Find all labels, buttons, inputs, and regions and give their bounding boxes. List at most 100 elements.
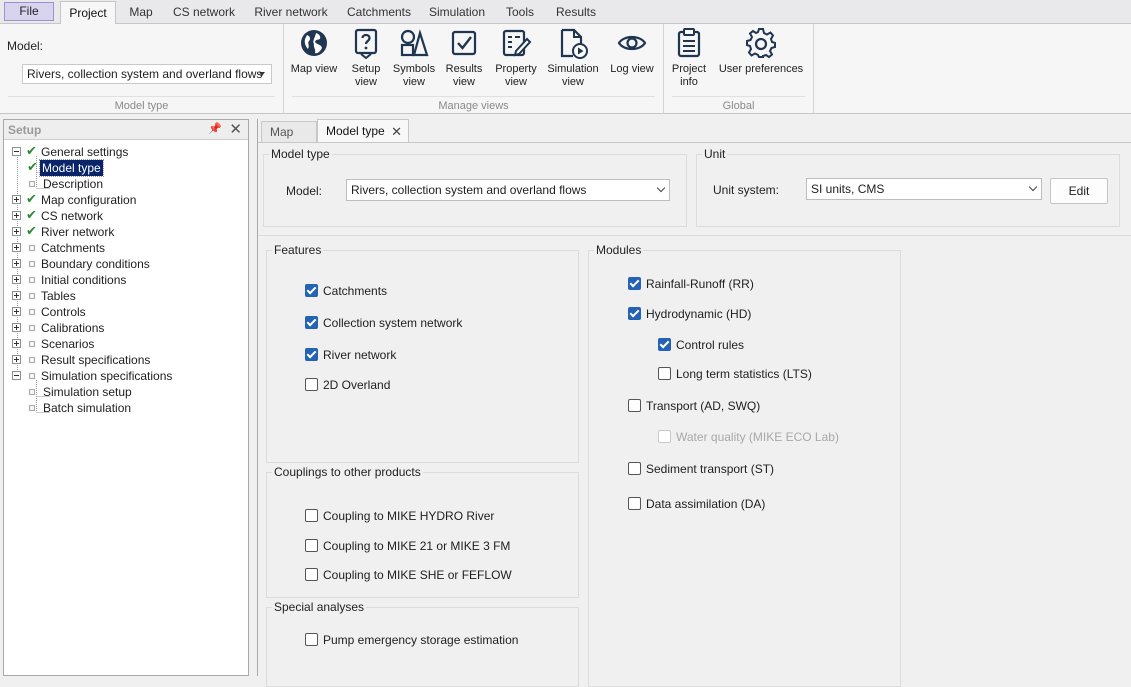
- tab-river-network[interactable]: River network: [250, 3, 332, 24]
- tree-item[interactable]: ✔ Map configuration: [12, 191, 232, 208]
- features-checkbox-label: River network: [323, 348, 397, 362]
- unchecked-box-icon[interactable]: [628, 399, 641, 412]
- log-view-button[interactable]: Log view: [604, 27, 660, 76]
- tree-item[interactable]: Batch simulation: [29, 400, 251, 416]
- expand-plus-icon[interactable]: [12, 307, 21, 316]
- modules-checkbox[interactable]: Rainfall-Runoff (RR): [628, 276, 888, 292]
- tree-item[interactable]: Simulation setup: [29, 384, 251, 400]
- checked-box-icon[interactable]: [305, 316, 318, 329]
- simulation-view-button[interactable]: Simulation view: [546, 27, 600, 89]
- modules-checkbox[interactable]: Hydrodynamic (HD): [628, 306, 888, 322]
- tree-item[interactable]: Catchments: [12, 240, 232, 256]
- user-preferences-button[interactable]: User preferences: [716, 27, 806, 76]
- edit-button-label: Edit: [1068, 184, 1090, 198]
- expand-plus-icon[interactable]: [12, 227, 21, 236]
- pin-icon[interactable]: 📌: [208, 122, 222, 135]
- tree-item[interactable]: ✔ CS network: [12, 207, 232, 224]
- tree-item[interactable]: Scenarios: [12, 336, 232, 352]
- results-view-button[interactable]: Results view: [442, 27, 486, 89]
- tree-item-label: Batch simulation: [43, 401, 132, 415]
- expand-plus-icon[interactable]: [12, 211, 21, 220]
- unit-system-value: SI units, CMS: [811, 182, 885, 196]
- expand-plus-icon[interactable]: [12, 195, 21, 204]
- expand-plus-icon[interactable]: [12, 275, 21, 284]
- couplings-checkbox[interactable]: Coupling to MIKE 21 or MIKE 3 FM: [305, 538, 565, 554]
- modules-checkbox[interactable]: Data assimilation (DA): [628, 496, 888, 512]
- tree-item[interactable]: Initial conditions: [12, 272, 232, 288]
- close-icon[interactable]: ✕: [229, 120, 242, 138]
- tree-item[interactable]: ✔ Model type: [27, 159, 251, 177]
- collapse-minus-icon[interactable]: [12, 147, 21, 156]
- tree-item[interactable]: Description: [29, 176, 251, 192]
- empty-status-icon: [29, 389, 35, 395]
- unchecked-box-icon[interactable]: [305, 509, 318, 522]
- couplings-checkbox[interactable]: Coupling to MIKE SHE or FEFLOW: [305, 567, 565, 583]
- expand-plus-icon[interactable]: [12, 259, 21, 268]
- features-checkbox[interactable]: River network: [305, 347, 565, 363]
- tree-item-label: General settings: [41, 145, 129, 159]
- tree-item[interactable]: Tables: [12, 288, 232, 304]
- modules-checkbox[interactable]: Control rules: [658, 337, 918, 353]
- tab-project[interactable]: Project: [60, 1, 116, 25]
- tree-item-label: Tables: [41, 289, 76, 303]
- file-menu-tab[interactable]: File: [4, 2, 54, 21]
- tree-item[interactable]: Controls: [12, 304, 232, 320]
- tab-cs-network[interactable]: CS network: [170, 3, 238, 24]
- unchecked-box-icon[interactable]: [305, 539, 318, 552]
- model-select[interactable]: Rivers, collection system and overland f…: [346, 179, 670, 201]
- tab-results[interactable]: Results: [552, 3, 600, 24]
- symbols-view-button[interactable]: Symbols view: [391, 27, 437, 89]
- modules-checkbox[interactable]: Transport (AD, SWQ): [628, 398, 888, 414]
- checked-box-icon[interactable]: [628, 277, 641, 290]
- tree-item[interactable]: Result specifications: [12, 352, 232, 368]
- map-view-button[interactable]: Map view: [287, 27, 341, 76]
- features-checkbox[interactable]: Collection system network: [305, 315, 565, 331]
- checked-box-icon[interactable]: [628, 307, 641, 320]
- unchecked-box-icon[interactable]: [305, 378, 318, 391]
- tree-item[interactable]: Boundary conditions: [12, 256, 232, 272]
- features-checkbox[interactable]: Catchments: [305, 283, 565, 299]
- unchecked-box-icon[interactable]: [305, 633, 318, 646]
- ribbon-group-global: Project info User preferences Global: [664, 24, 814, 114]
- tree-item[interactable]: Calibrations: [12, 320, 232, 336]
- checked-box-icon[interactable]: [305, 348, 318, 361]
- tree-item[interactable]: Simulation specifications: [12, 368, 232, 384]
- expand-plus-icon[interactable]: [12, 323, 21, 332]
- tab-map[interactable]: Map: [122, 3, 160, 24]
- tab-simulation[interactable]: Simulation: [426, 3, 488, 24]
- features-checkbox-label: 2D Overland: [323, 378, 391, 392]
- project-info-button[interactable]: Project info: [669, 27, 709, 89]
- unchecked-box-icon[interactable]: [628, 462, 641, 475]
- edit-unit-button[interactable]: Edit: [1050, 178, 1108, 204]
- expand-plus-icon[interactable]: [12, 243, 21, 252]
- ribbon-model-select[interactable]: Rivers, collection system and overland f…: [22, 64, 272, 84]
- features-checkbox[interactable]: 2D Overland: [305, 377, 565, 393]
- checked-box-icon[interactable]: [658, 338, 671, 351]
- tab-tools[interactable]: Tools: [500, 3, 540, 24]
- modules-checkbox[interactable]: Long term statistics (LTS): [658, 366, 918, 382]
- special-checkbox[interactable]: Pump emergency storage estimation: [305, 632, 565, 648]
- doc-tab-map[interactable]: Map: [261, 121, 317, 142]
- expand-plus-icon[interactable]: [12, 291, 21, 300]
- unchecked-box-icon[interactable]: [305, 568, 318, 581]
- tab-catchments[interactable]: Catchments: [344, 3, 414, 24]
- group-divider: [292, 96, 655, 97]
- log-view-label: Log view: [610, 63, 654, 75]
- unit-system-select[interactable]: SI units, CMS: [806, 178, 1042, 200]
- tree-item-label: Catchments: [41, 241, 106, 255]
- couplings-checkbox[interactable]: Coupling to MIKE HYDRO River: [305, 508, 565, 524]
- doc-tab-model-type[interactable]: Model type ✕: [317, 119, 409, 142]
- unchecked-box-icon[interactable]: [628, 497, 641, 510]
- tree-item[interactable]: ✔ River network: [12, 223, 232, 240]
- doc-tab-map-label: Map: [270, 125, 294, 139]
- property-view-button[interactable]: Property view: [491, 27, 541, 89]
- expand-plus-icon[interactable]: [12, 339, 21, 348]
- checked-box-icon[interactable]: [305, 284, 318, 297]
- tree-item[interactable]: ✔ General settings: [12, 143, 232, 160]
- setup-view-button[interactable]: Setup view: [346, 27, 386, 89]
- unchecked-box-icon[interactable]: [658, 367, 671, 380]
- close-tab-icon[interactable]: ✕: [391, 120, 402, 143]
- collapse-minus-icon[interactable]: [12, 371, 21, 380]
- expand-plus-icon[interactable]: [12, 355, 21, 364]
- modules-checkbox[interactable]: Sediment transport (ST): [628, 461, 888, 477]
